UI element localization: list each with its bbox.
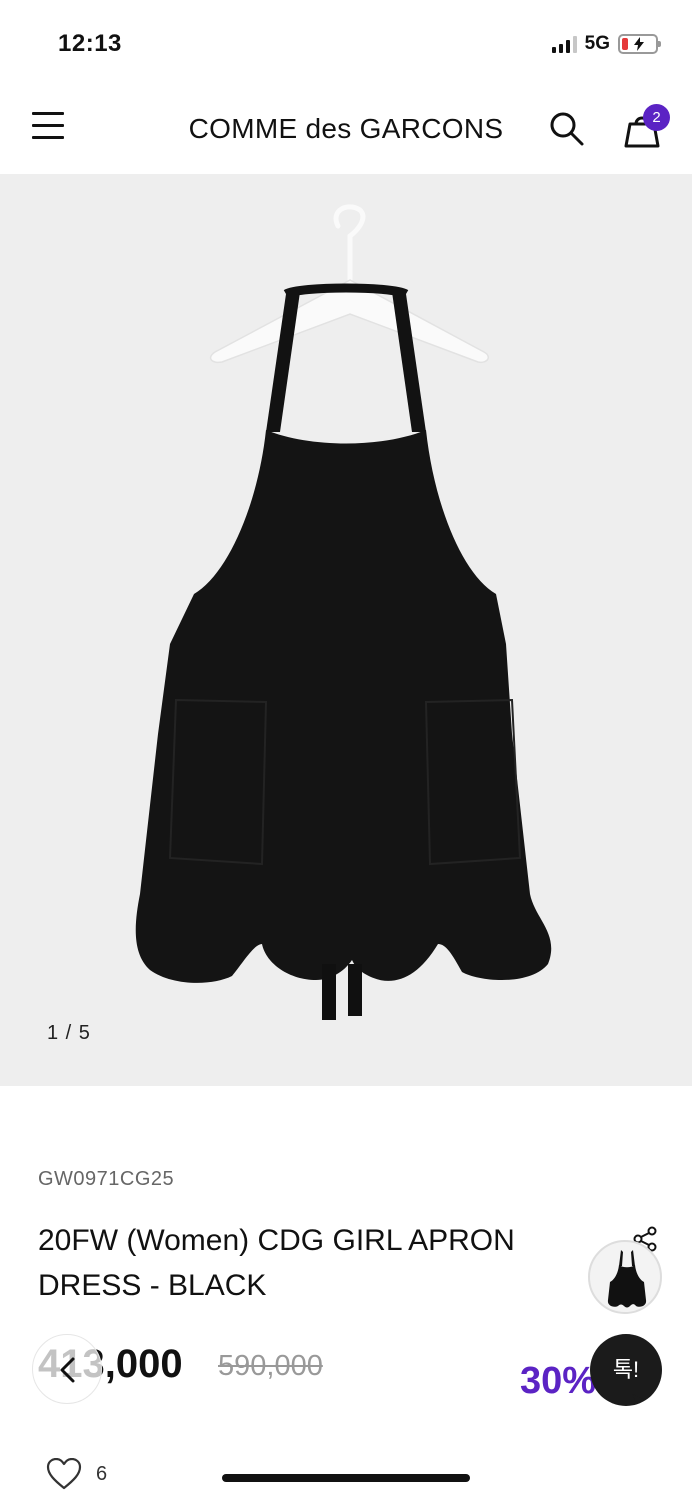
brand-logo[interactable]: COMME des GARCONS xyxy=(0,113,692,145)
product-thumbnail[interactable] xyxy=(588,1240,662,1314)
cart-count-badge: 2 xyxy=(643,104,670,131)
signal-icon xyxy=(551,35,577,53)
slide-counter: 1 / 5 xyxy=(47,1022,91,1044)
product-sku: GW0971CG25 xyxy=(38,1168,175,1190)
talk-chat-button[interactable]: 톡! xyxy=(590,1334,662,1406)
status-indicators: 5G xyxy=(551,33,661,55)
search-icon[interactable] xyxy=(548,110,586,148)
battery-icon xyxy=(618,34,661,54)
back-chevron-icon xyxy=(60,1357,75,1383)
product-image xyxy=(135,204,552,1020)
original-price: 590,000 xyxy=(218,1350,323,1382)
discount-rate: 30% xyxy=(520,1360,597,1402)
product-image-gallery[interactable]: 1 / 5 xyxy=(0,174,692,1086)
product-title: 20FW (Women) CDG GIRL APRON DRESS - BLAC… xyxy=(38,1224,515,1302)
heart-icon[interactable] xyxy=(46,1458,82,1490)
top-nav: COMME des GARCONS xyxy=(0,88,692,174)
like-count: 6 xyxy=(96,1462,108,1485)
status-bar: 12:13 5G xyxy=(0,0,692,88)
home-indicator xyxy=(222,1474,470,1482)
network-type: 5G xyxy=(584,33,610,54)
status-time: 12:13 xyxy=(58,30,122,57)
like-row[interactable]: 6 xyxy=(46,1458,107,1490)
back-button[interactable] xyxy=(32,1334,102,1404)
